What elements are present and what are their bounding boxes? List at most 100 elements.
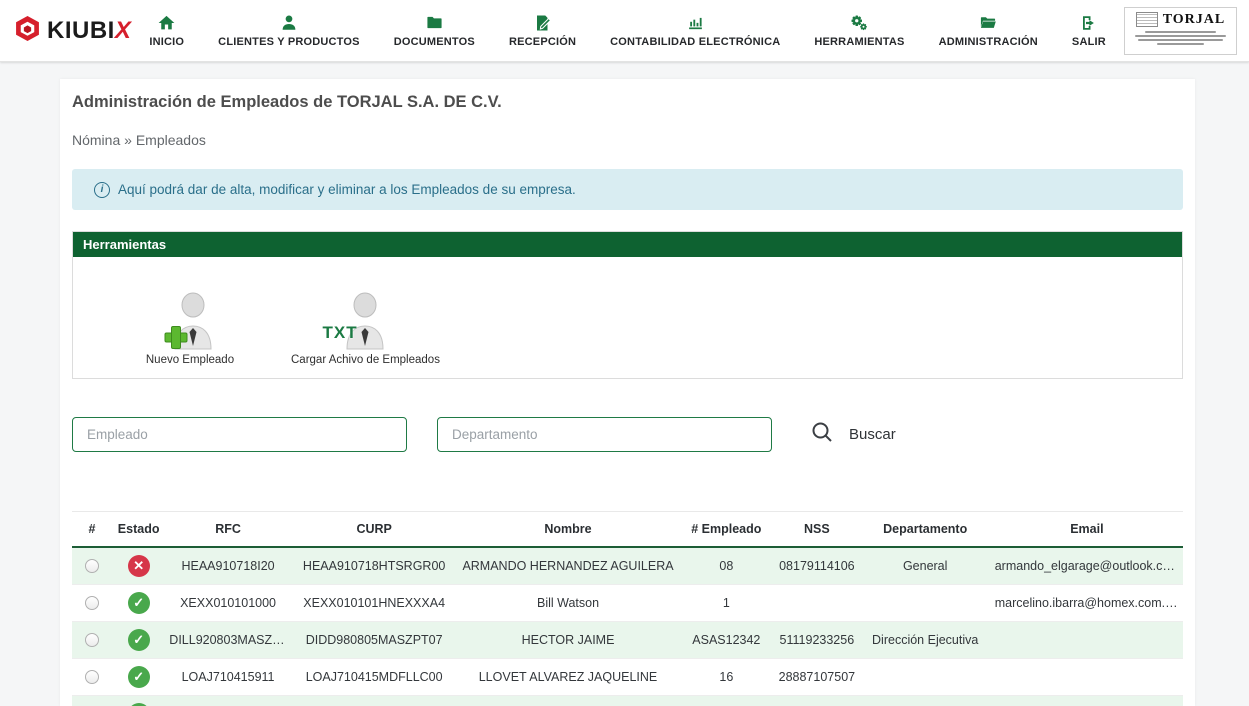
search-row: Buscar (72, 417, 1183, 452)
cell-nombre: ARMANDO HERNANDEZ AGUILERA (457, 547, 678, 584)
nav-item-recepcion[interactable]: RECEPCIÓN (509, 13, 576, 48)
col-header-nss: NSS (774, 512, 860, 548)
person-icon (280, 13, 298, 32)
tools-panel-header: Herramientas (73, 232, 1182, 257)
row-select-radio[interactable] (85, 559, 99, 573)
cell-curp: LOAJ710415MDFLLC00 (291, 658, 458, 695)
col-header-departamento: Departamento (860, 512, 991, 548)
col-header-num-empleado: # Empleado (679, 512, 775, 548)
search-button-label: Buscar (849, 426, 896, 443)
row-select-radio[interactable] (85, 670, 99, 684)
cell-rfc: DILL920803MASZPT (165, 621, 291, 658)
active-status-icon[interactable] (128, 592, 150, 614)
col-header-email: Email (991, 512, 1183, 548)
nav-item-clientes-y-productos[interactable]: CLIENTES Y PRODUCTOS (218, 13, 360, 48)
upload-employee-file-button[interactable]: TXT Cargar Achivo de Empleados (291, 291, 440, 366)
cell-departamento: Dirección Ejecutiva (860, 621, 991, 658)
nav-item-documentos[interactable]: DOCUMENTOS (394, 13, 475, 48)
cell-curp (291, 695, 458, 706)
cell-rfc (165, 695, 291, 706)
letterhead-title: TORJAL (1163, 12, 1226, 28)
nav-item-salir[interactable]: SALIR (1072, 13, 1106, 48)
table-header-row: # Estado RFC CURP Nombre # Empleado NSS … (72, 512, 1183, 548)
letterhead-address-lines (1131, 31, 1230, 45)
cell-email (991, 621, 1183, 658)
cell-num-empleado: 16 (679, 658, 775, 695)
main-nav: INICIO CLIENTES Y PRODUCTOS DOCUMENTOS R… (149, 13, 1106, 48)
cell-nombre: Bill Watson (457, 584, 678, 621)
table-row: LOAJ710415911 LOAJ710415MDFLLC00 LLOVET … (72, 658, 1183, 695)
cell-nss: 28887107507 (774, 658, 860, 695)
nav-item-administracion[interactable]: ADMINISTRACIÓN (939, 13, 1038, 48)
top-navigation-bar: KIUBIX INICIO CLIENTES Y PRODUCTOS DOCUM… (0, 0, 1249, 62)
breadcrumb-parent[interactable]: Nómina (72, 132, 120, 148)
tools-panel: Herramientas Nuevo Empleado (72, 231, 1183, 379)
content-card: Administración de Empleados de TORJAL S.… (60, 79, 1195, 706)
cell-email (991, 658, 1183, 695)
inactive-status-icon[interactable] (128, 555, 150, 577)
txt-badge: TXT (322, 323, 357, 343)
home-icon (157, 13, 176, 32)
gears-icon (849, 13, 869, 32)
folder-icon (425, 13, 444, 32)
person-add-icon (161, 291, 219, 351)
cell-curp: XEXX010101HNEXXXA4 (291, 584, 458, 621)
col-header-curp: CURP (291, 512, 458, 548)
cell-nombre: HECTOR JAIME (457, 621, 678, 658)
cell-nss: 08179114106 (774, 547, 860, 584)
breadcrumb: Nómina » Empleados (72, 132, 1183, 148)
active-status-icon[interactable] (128, 629, 150, 651)
cell-rfc: XEXX010101000 (165, 584, 291, 621)
row-select-radio[interactable] (85, 633, 99, 647)
page-title: Administración de Empleados de TORJAL S.… (72, 93, 1183, 112)
exit-icon (1080, 13, 1098, 32)
cell-nss: 51119233256 (774, 621, 860, 658)
search-button[interactable]: Buscar (810, 420, 896, 449)
cell-num-empleado: ASAS12342 (679, 621, 775, 658)
table-row: XEXX010101000 XEXX010101HNEXXXA4 Bill Wa… (72, 584, 1183, 621)
table-row: HEAA910718I20 HEAA910718HTSRGR00 ARMANDO… (72, 547, 1183, 584)
breadcrumb-separator: » (124, 132, 132, 148)
employees-table: # Estado RFC CURP Nombre # Empleado NSS … (72, 511, 1183, 706)
col-header-num: # (72, 512, 112, 548)
active-status-icon[interactable] (128, 666, 150, 688)
kiubix-logo[interactable]: KIUBIX (14, 15, 131, 47)
active-status-icon[interactable] (128, 703, 150, 706)
cell-curp: HEAA910718HTSRGR00 (291, 547, 458, 584)
employee-search-input[interactable] (72, 417, 407, 452)
row-select-radio[interactable] (85, 596, 99, 610)
cell-rfc: HEAA910718I20 (165, 547, 291, 584)
nav-item-inicio[interactable]: INICIO (149, 13, 184, 48)
cell-num-empleado: 1 (679, 584, 775, 621)
col-header-estado: Estado (112, 512, 165, 548)
upload-employee-file-label: Cargar Achivo de Empleados (291, 354, 440, 366)
cell-email: armando_elgarage@outlook.com (991, 547, 1183, 584)
letterhead-image (1136, 12, 1158, 27)
cell-num-empleado (679, 695, 775, 706)
bar-chart-icon (686, 13, 705, 32)
tools-panel-body: Nuevo Empleado TXT Cargar Achivo de Empl… (73, 257, 1182, 378)
open-folder-icon (978, 13, 998, 32)
cell-nombre: LLOVET ALVAREZ JAQUELINE (457, 658, 678, 695)
col-header-nombre: Nombre (457, 512, 678, 548)
document-edit-icon (534, 13, 552, 32)
search-icon (810, 420, 834, 449)
person-txt-icon: TXT (336, 291, 394, 351)
nav-item-contabilidad-electronica[interactable]: CONTABILIDAD ELECTRÓNICA (610, 13, 780, 48)
table-row (72, 695, 1183, 706)
kiubix-wordmark: KIUBIX (47, 17, 131, 45)
info-alert: i Aquí podrá dar de alta, modificar y el… (72, 169, 1183, 210)
col-header-rfc: RFC (165, 512, 291, 548)
new-employee-label: Nuevo Empleado (146, 354, 234, 366)
cell-departamento (860, 695, 991, 706)
department-search-input[interactable] (437, 417, 772, 452)
nav-item-herramientas[interactable]: HERRAMIENTAS (814, 13, 904, 48)
table-row: DILL920803MASZPT DIDD980805MASZPT07 HECT… (72, 621, 1183, 658)
cell-departamento (860, 658, 991, 695)
kiubix-cube-icon (14, 15, 41, 47)
new-employee-button[interactable]: Nuevo Empleado (145, 291, 235, 366)
torjal-letterhead-logo: TORJAL (1124, 7, 1237, 55)
cell-nss (774, 695, 860, 706)
breadcrumb-current: Empleados (136, 132, 206, 148)
cell-curp: DIDD980805MASZPT07 (291, 621, 458, 658)
